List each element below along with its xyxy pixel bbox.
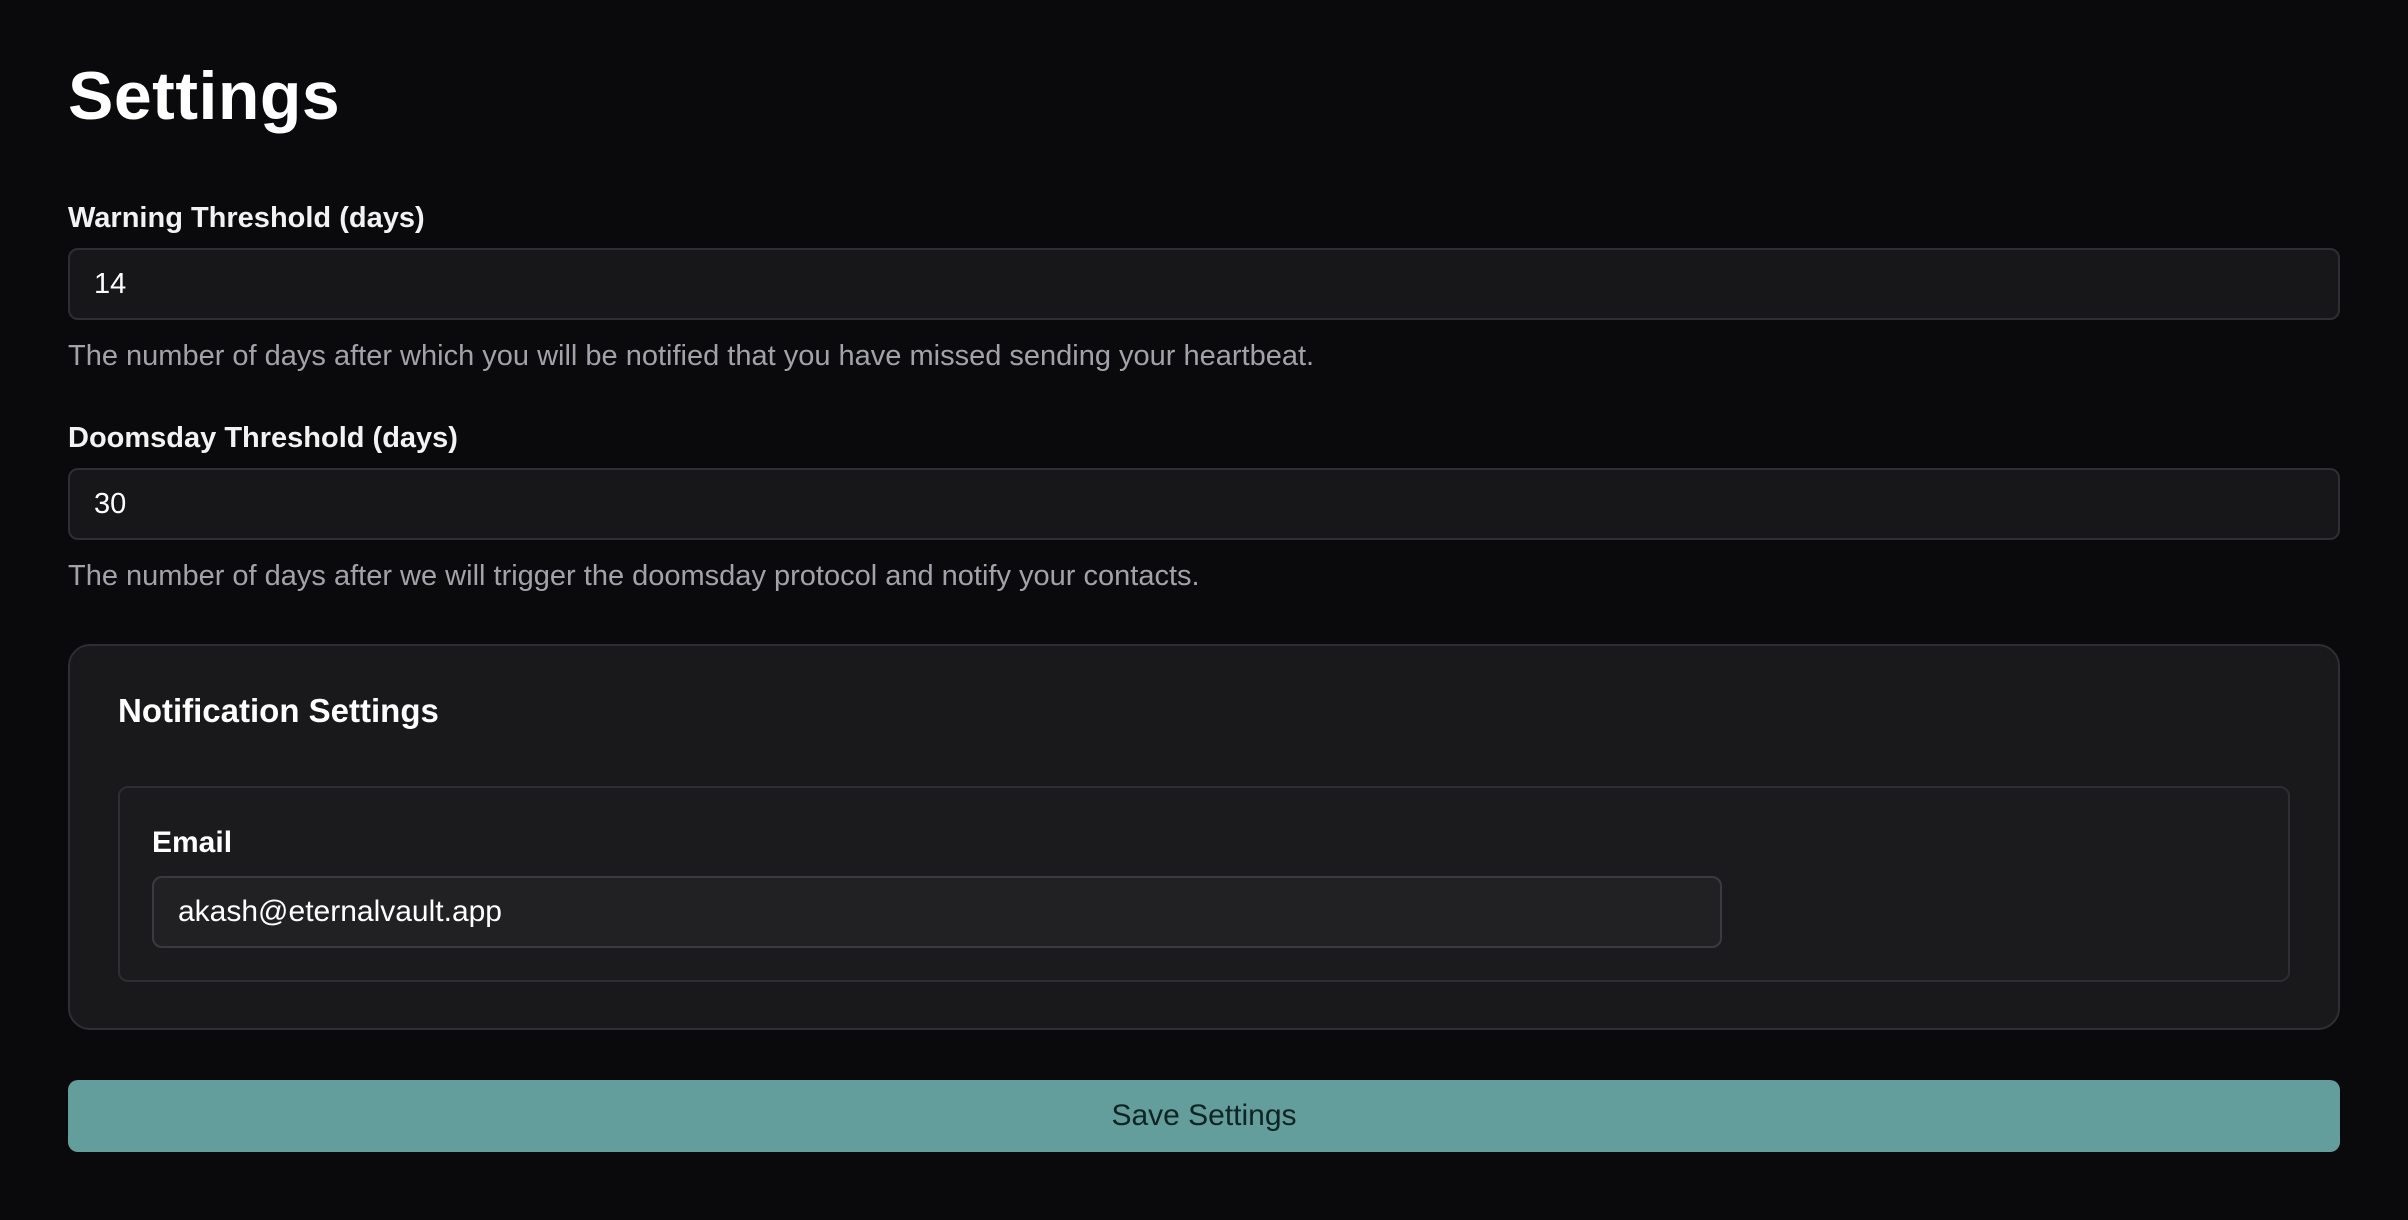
save-settings-button[interactable]: Save Settings: [68, 1080, 2340, 1152]
warning-threshold-input[interactable]: [68, 248, 2340, 320]
doomsday-threshold-label: Doomsday Threshold (days): [68, 422, 458, 454]
notification-settings-card: Notification Settings Email: [68, 644, 2340, 1030]
warning-threshold-label: Warning Threshold (days): [68, 202, 425, 234]
warning-threshold-help: The number of days after which you will …: [68, 340, 1315, 372]
email-label: Email: [152, 826, 233, 859]
page-title: Settings: [68, 58, 341, 134]
notification-settings-title: Notification Settings: [118, 692, 439, 729]
settings-page: Settings Warning Threshold (days) The nu…: [0, 0, 2408, 1220]
doomsday-threshold-input[interactable]: [68, 468, 2340, 540]
doomsday-threshold-help: The number of days after we will trigger…: [68, 560, 1200, 592]
email-input[interactable]: [152, 876, 1722, 948]
email-settings-panel: Email: [118, 786, 2290, 982]
